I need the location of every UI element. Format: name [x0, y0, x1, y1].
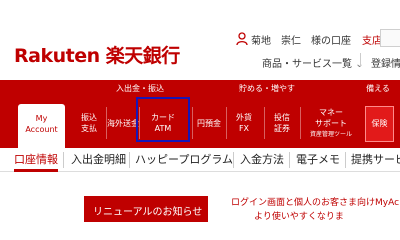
subtab-transaction-details[interactable]: 入出金明細 [71, 151, 126, 169]
category-insurance: 備える [366, 84, 390, 93]
my-account-label-2: Account [25, 125, 58, 134]
nav-investment-securities[interactable]: 投信 証券 [266, 104, 298, 142]
product-service-list-label: 商品・サービス一覧 [262, 59, 352, 70]
nav-transfer-label-1: 振込 [81, 113, 97, 122]
nav-money-label-1: マネー [319, 107, 343, 117]
nav-divider [226, 107, 227, 139]
nav-divider [264, 107, 265, 139]
category-bar [0, 80, 400, 98]
nav-money-label-3: 資産管理ツール [309, 130, 352, 138]
nav-fx-label-2: FX [238, 124, 250, 133]
subtab-divider [289, 152, 290, 168]
account-holder-name: 菊地 崇仁 様の口座 [251, 36, 351, 47]
nav-yen-deposit[interactable]: 円預金 [193, 104, 225, 142]
subtab-e-memo[interactable]: 電子メモ [296, 151, 340, 169]
product-service-list-link[interactable]: 商品・サービス一覧 ⌄ [262, 55, 364, 70]
notice-text-line-2[interactable]: より使いやすくなりま [254, 209, 344, 222]
highlight-box-card-atm [136, 97, 190, 142]
person-icon [236, 32, 248, 46]
notice-title: リニューアルのお知らせ [93, 207, 203, 218]
nav-transfer-payment[interactable]: 振込 支払 [72, 104, 106, 142]
nav-foreign-fx[interactable]: 外貨 FX [228, 104, 260, 142]
category-payments: 入出金・振込 [116, 84, 164, 93]
my-account-label-1: My [35, 114, 48, 123]
subtab-deposit-methods[interactable]: 入金方法 [240, 151, 284, 169]
active-tab-indicator [14, 169, 58, 172]
subtab-divider [345, 152, 346, 168]
nav-money-support[interactable]: マネー サポート 資産管理ツール [301, 104, 361, 142]
nav-overseas-label: 海外送金 [107, 118, 139, 128]
subtab-divider [63, 152, 64, 168]
nav-invest-label-1: 投信 [274, 113, 290, 122]
nav-transfer-label-2: 支払 [81, 124, 97, 133]
nav-yen-label: 円預金 [197, 118, 221, 128]
branch-field [380, 29, 400, 47]
subtab-baseline [0, 171, 400, 172]
subtab-partner-services[interactable]: 提携サービ [351, 151, 400, 169]
branch-label: 支店 [362, 36, 382, 47]
subtab-happy-program[interactable]: ハッピープログラム [135, 151, 233, 169]
category-savings: 貯める・増やす [239, 84, 295, 93]
registration-info-link[interactable]: 登録情 [371, 55, 400, 70]
nav-invest-label-2: 証券 [274, 124, 290, 133]
nav-fx-label-1: 外貨 [236, 113, 252, 122]
notice-text-line-1[interactable]: ログイン画面と個人のお客さま向けMyAc [231, 195, 399, 208]
nav-overseas-remittance[interactable]: 海外送金 [107, 104, 139, 142]
nav-insurance[interactable]: 保険 [365, 106, 394, 142]
rakuten-bank-logo[interactable]: Rakuten 楽天銀行 [14, 41, 180, 68]
subtab-account-info[interactable]: 口座情報 [14, 151, 58, 169]
nav-money-label-2: サポート [315, 118, 347, 128]
header-divider [360, 53, 361, 67]
subtab-divider [129, 152, 130, 168]
nav-my-account[interactable]: My Account [18, 104, 65, 148]
subtab-divider [233, 152, 234, 168]
